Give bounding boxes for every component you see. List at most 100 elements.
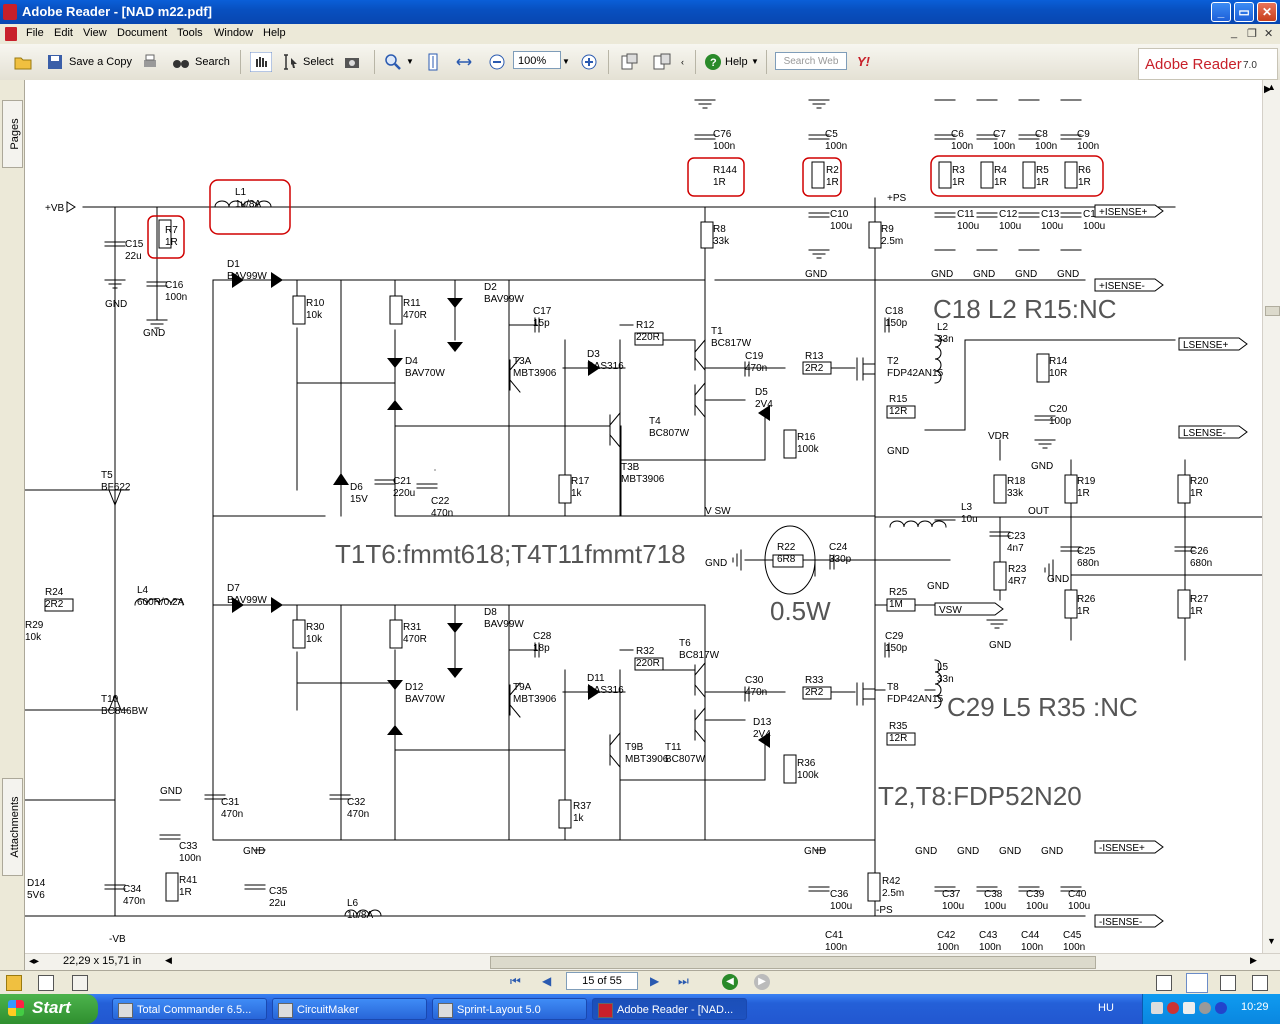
search-web-input[interactable]: Search Web (775, 52, 847, 70)
page-layout-icon[interactable] (653, 53, 671, 71)
component-ref: T6 (679, 638, 691, 649)
zoom-input[interactable]: 100% (513, 51, 561, 69)
panel-toggle-icon[interactable]: ▶ (1264, 84, 1272, 95)
menu-window[interactable]: Window (214, 27, 253, 39)
horizontal-scrollbar[interactable]: ◂▸ 22,29 x 15,71 in ◀ ▶ (25, 953, 1280, 970)
menu-tools[interactable]: Tools (177, 27, 203, 39)
fit-width-icon[interactable] (455, 53, 473, 71)
gnd-label: GND (243, 846, 265, 857)
single-page-icon[interactable] (1156, 975, 1172, 991)
help-button[interactable]: Help (725, 51, 748, 73)
menu-view[interactable]: View (83, 27, 107, 39)
component-value: 1R (179, 887, 192, 898)
circuitmaker-icon (278, 1003, 293, 1018)
snapshot-icon[interactable] (343, 53, 361, 71)
close-button[interactable]: ✕ (1257, 2, 1277, 22)
task-sprint-layout[interactable]: Sprint-Layout 5.0 (432, 998, 587, 1020)
tab-attachments[interactable]: Attachments (2, 778, 23, 876)
pages-view-icon[interactable] (38, 975, 54, 991)
folder-icon[interactable] (6, 975, 22, 991)
thumbnail-icon[interactable] (72, 975, 88, 991)
menu-bar: File Edit View Document Tools Window Hel… (0, 24, 1280, 45)
next-page-icon[interactable]: ▶ (650, 974, 659, 988)
open-folder-icon[interactable] (14, 53, 32, 71)
menu-document[interactable]: Document (117, 27, 167, 39)
horizontal-scroll-thumb[interactable] (490, 956, 1096, 969)
document-icon[interactable] (5, 27, 17, 41)
component-value: 100u (942, 901, 964, 912)
maximize-button[interactable]: ▭ (1234, 2, 1254, 22)
save-copy-button[interactable]: Save a Copy (69, 51, 132, 73)
tray-shield-icon[interactable] (1167, 1002, 1179, 1014)
task-total-commander[interactable]: Total Commander 6.5... (112, 998, 267, 1020)
document-canvas[interactable]: L1 1u/8A R7 1R C15 22u C16 100n R144 1R C76 100n R2 1… (25, 80, 1262, 953)
doc-restore-icon[interactable]: ❐ (1247, 27, 1257, 40)
task-circuitmaker[interactable]: CircuitMaker (272, 998, 427, 1020)
help-icon[interactable]: ? (704, 53, 722, 71)
component-value: 220R (636, 658, 660, 669)
zoom-level-dropdown-icon[interactable]: ▼ (562, 51, 570, 73)
print-icon[interactable] (141, 53, 159, 71)
zoom-in-plus-icon[interactable] (580, 53, 598, 71)
windows-logo-icon (8, 1000, 24, 1016)
go-forward-icon[interactable]: ▶ (754, 974, 770, 990)
adobe-reader-logo: Adobe Reader 7.0 (1138, 48, 1278, 80)
component-ref: T2 (887, 356, 899, 367)
select-text-icon[interactable] (282, 53, 300, 71)
component-ref: C37 (942, 889, 961, 900)
component-value: 600R/0.2A (137, 597, 185, 608)
component-value: 1u/8A (235, 199, 261, 210)
menu-edit[interactable]: Edit (54, 27, 73, 39)
vertical-scroll-thumb[interactable] (1265, 306, 1280, 316)
language-indicator[interactable]: HU (1098, 1002, 1114, 1014)
start-button[interactable]: Start (0, 994, 98, 1024)
select-button[interactable]: Select (303, 51, 334, 73)
continuous-facing-icon[interactable] (1252, 975, 1268, 991)
help-dropdown-icon[interactable]: ▼ (751, 51, 759, 73)
go-back-icon[interactable]: ◀ (722, 974, 738, 990)
yahoo-icon[interactable]: Y! (857, 51, 870, 73)
hand-tool-icon[interactable] (250, 52, 272, 72)
component-ref: C19 (745, 351, 764, 362)
panel-split-icon[interactable]: ◂▸ (29, 956, 39, 967)
rotate-page-icon[interactable] (620, 53, 638, 71)
scroll-right-icon[interactable]: ▶ (1250, 955, 1257, 966)
save-icon[interactable] (46, 53, 64, 71)
tray-pen-icon[interactable] (1151, 1002, 1163, 1014)
gnd-label: GND (989, 640, 1011, 651)
doc-close-icon[interactable]: ✕ (1264, 27, 1273, 40)
component-value: 470n (431, 508, 453, 519)
search-button[interactable]: Search (195, 51, 230, 73)
fit-page-icon[interactable] (424, 53, 442, 71)
binoculars-icon[interactable] (172, 53, 190, 71)
zoom-out-icon[interactable] (488, 53, 506, 71)
zoom-dropdown-icon[interactable]: ▼ (406, 51, 414, 73)
component-value: BAV99W (484, 294, 524, 305)
scroll-left-icon[interactable]: ◀ (165, 955, 172, 966)
zoom-in-icon[interactable] (384, 53, 402, 71)
continuous-icon[interactable] (1186, 973, 1208, 993)
tray-network-icon[interactable] (1199, 1002, 1211, 1014)
scroll-down-icon[interactable]: ▼ (1265, 936, 1278, 950)
task-adobe-reader[interactable]: Adobe Reader - [NAD... (592, 998, 747, 1020)
menu-help[interactable]: Help (263, 27, 286, 39)
component-ref: C20 (1049, 404, 1068, 415)
component-value: BAV70W (405, 368, 445, 379)
first-page-icon[interactable]: ⏮ (510, 974, 521, 989)
doc-minimize-icon[interactable]: _ (1231, 27, 1237, 39)
toolbar-more-icon[interactable]: ‹ (681, 51, 684, 73)
title-bar[interactable]: Adobe Reader - [NAD m22.pdf] _ ▭ ✕ (0, 0, 1280, 24)
last-page-icon[interactable]: ⏭ (678, 974, 689, 989)
facing-icon[interactable] (1220, 975, 1236, 991)
tab-pages[interactable]: Pages (2, 100, 23, 168)
minimize-button[interactable]: _ (1211, 2, 1231, 22)
rail-label: OUT (1028, 506, 1049, 517)
tray-volume-icon[interactable] (1183, 1002, 1195, 1014)
menu-file[interactable]: File (26, 27, 44, 39)
page-number-input[interactable]: 15 of 55 (566, 972, 638, 990)
tray-bluetooth-icon[interactable] (1215, 1002, 1227, 1014)
component-ref: C44 (1021, 930, 1040, 941)
vertical-scrollbar[interactable]: ▲ ▼ (1262, 80, 1280, 953)
previous-page-icon[interactable]: ◀ (542, 974, 551, 988)
component-ref: C40 (1068, 889, 1087, 900)
